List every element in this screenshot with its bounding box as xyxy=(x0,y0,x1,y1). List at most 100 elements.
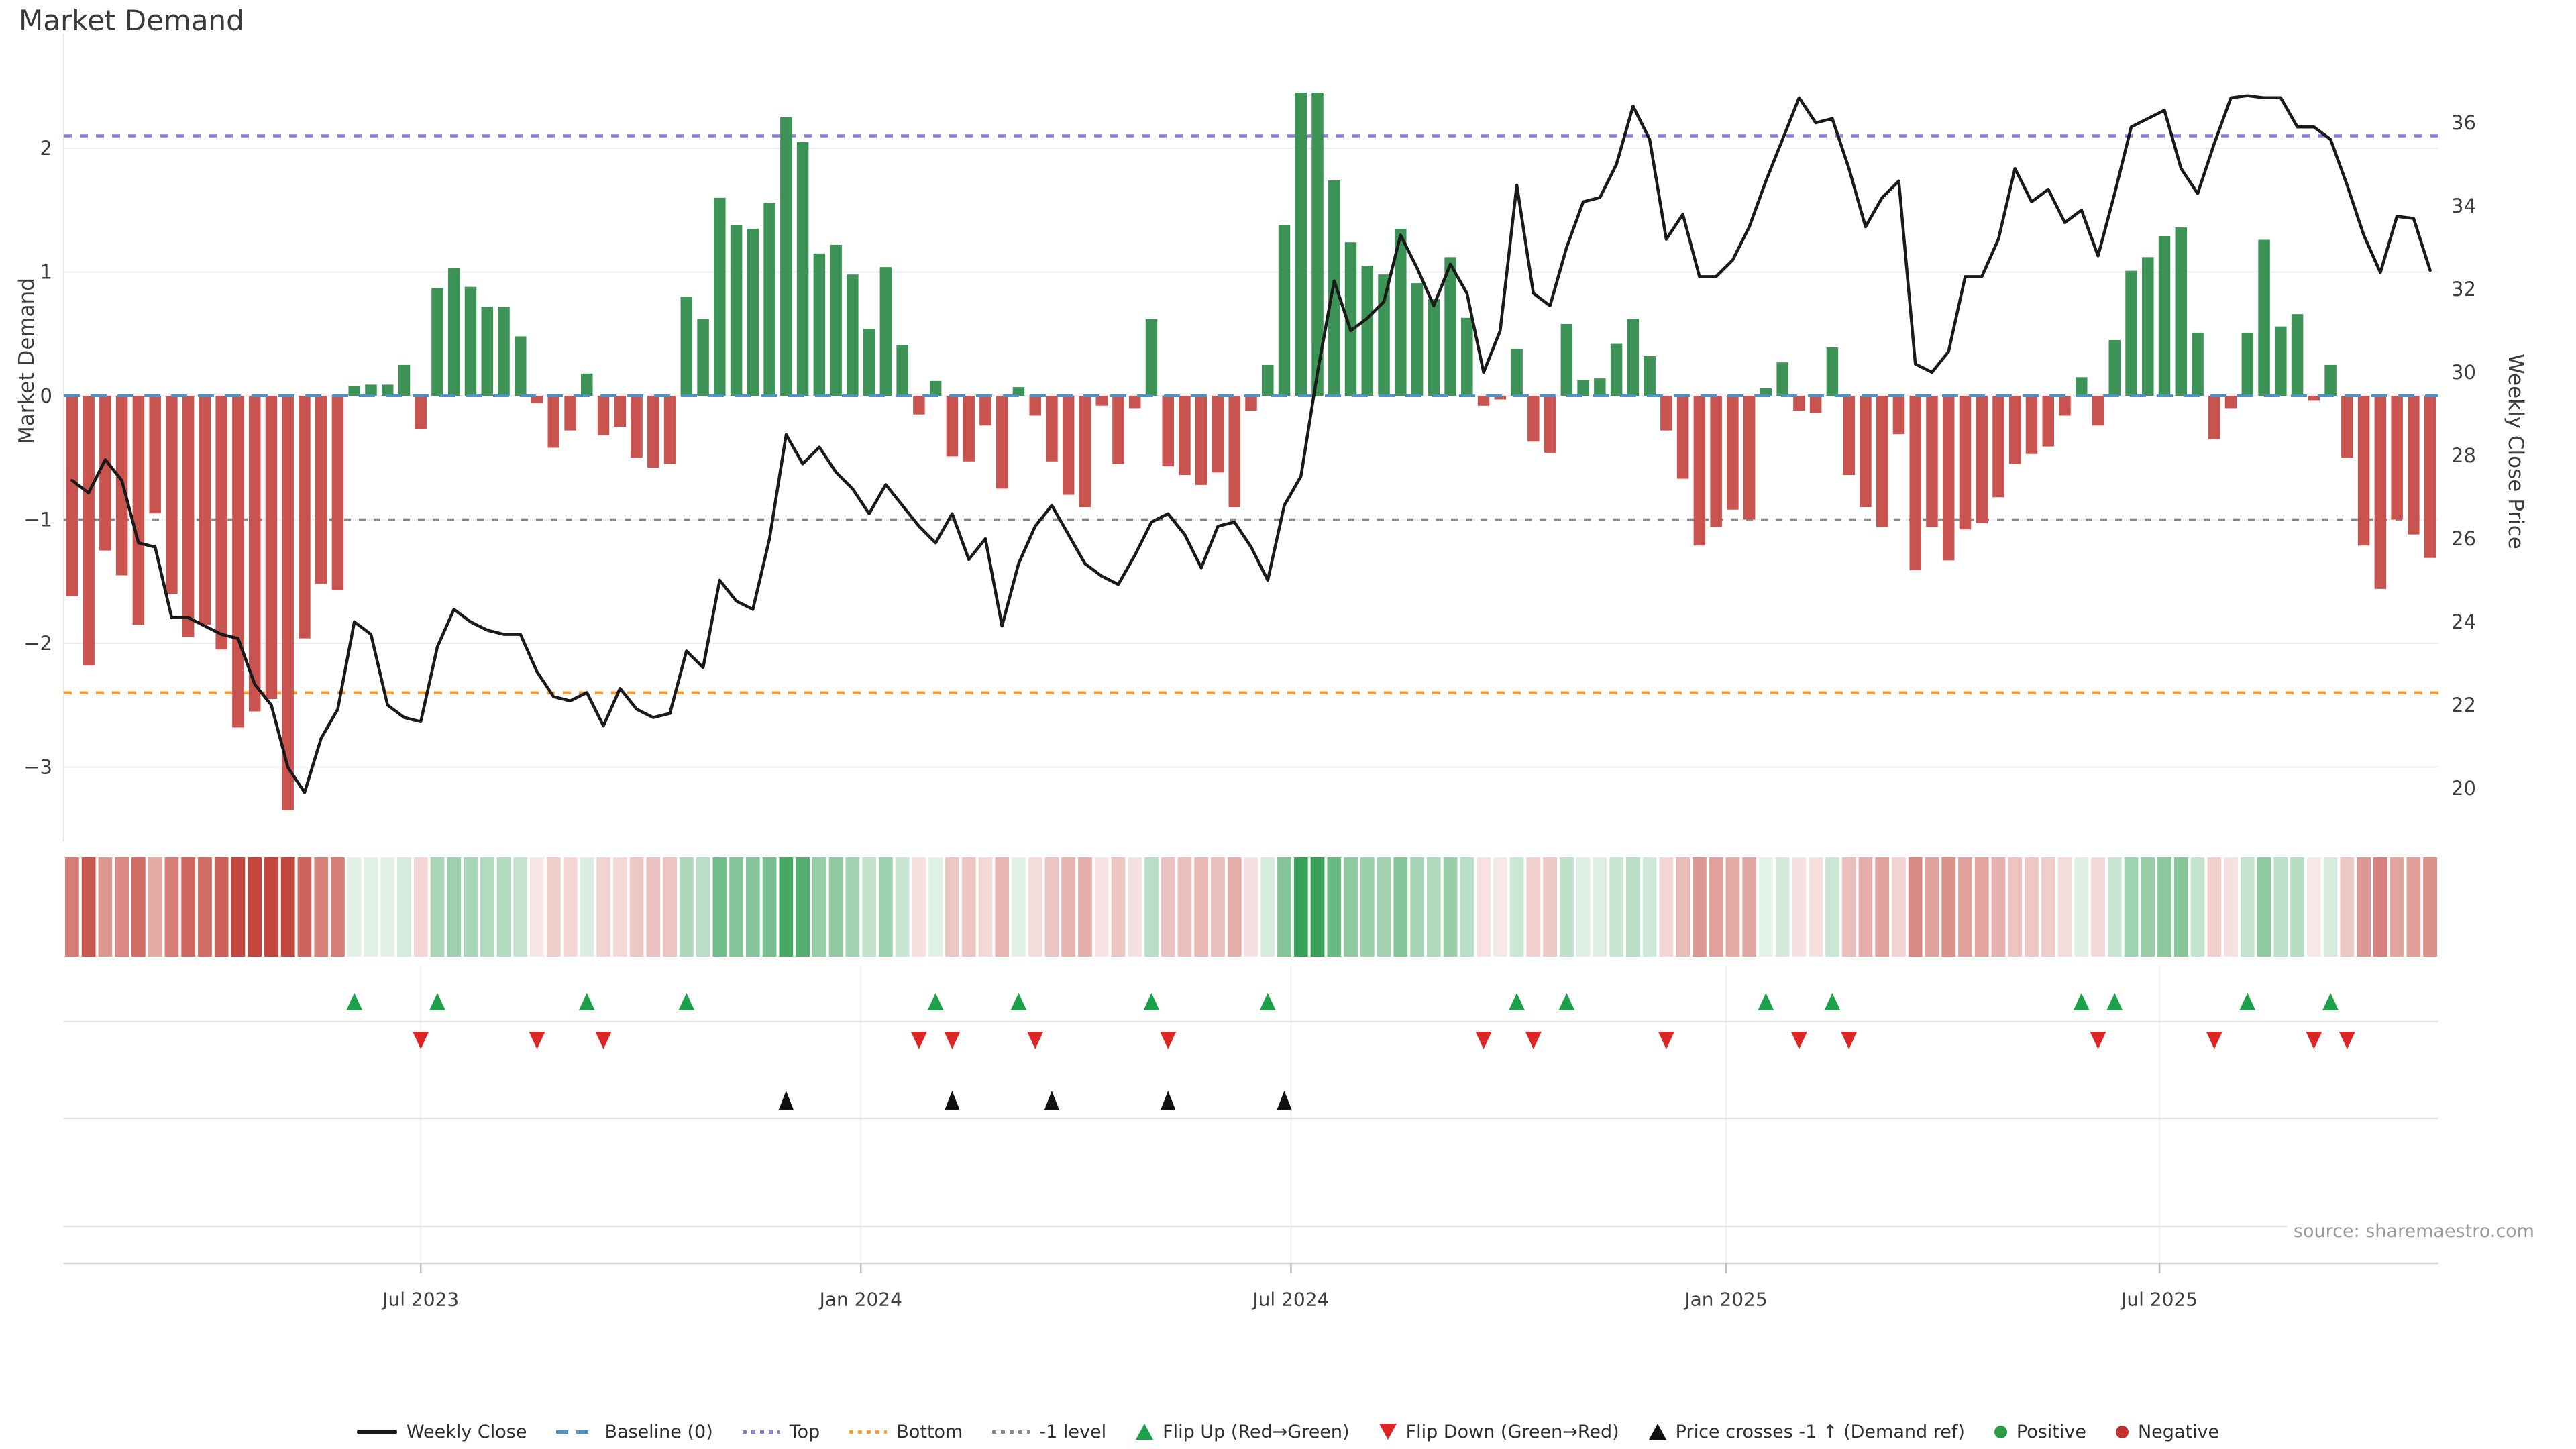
heatmap-cell xyxy=(2390,857,2404,957)
demand-bar-positive xyxy=(1577,380,1589,396)
heatmap-cell xyxy=(165,857,179,957)
heatmap-cell xyxy=(1277,857,1291,957)
heatmap-cell xyxy=(2041,857,2055,957)
demand-bar-negative xyxy=(564,396,576,431)
demand-bar-positive xyxy=(382,384,394,396)
demand-bar-positive xyxy=(747,229,759,396)
heatmap-cell xyxy=(2008,857,2022,957)
flip-up-marker xyxy=(2239,993,2255,1010)
heatmap-cell xyxy=(2241,857,2255,957)
heatmap-cell xyxy=(1825,857,1839,957)
heatmap-cell xyxy=(763,857,777,957)
heatmap-cell xyxy=(1975,857,1989,957)
demand-bar-positive xyxy=(714,198,726,396)
legend-item[interactable]: Top xyxy=(743,1421,820,1442)
legend-item[interactable]: Negative xyxy=(2116,1421,2219,1442)
right-axis-tick-label: 36 xyxy=(2451,111,2476,134)
heatmap-cell xyxy=(1444,857,1458,957)
demand-bar-positive xyxy=(1146,319,1158,396)
legend-item[interactable]: Price crosses -1 ↑ (Demand ref) xyxy=(1649,1421,1965,1442)
right-axis-tick-label: 22 xyxy=(2451,694,2476,716)
flip-down-marker xyxy=(2306,1032,2322,1049)
legend-item[interactable]: Positive xyxy=(1994,1421,2086,1442)
heatmap-cell xyxy=(696,857,710,957)
demand-bar-positive xyxy=(2258,240,2270,396)
heatmap-cell xyxy=(99,857,113,957)
flip-down-marker xyxy=(1791,1032,1807,1049)
heatmap-cell xyxy=(82,857,96,957)
heatmap-cell xyxy=(1726,857,1740,957)
demand-bar-positive xyxy=(1461,318,1473,396)
demand-bar-negative xyxy=(2208,396,2220,439)
legend-item[interactable]: Flip Up (Red→Green) xyxy=(1136,1421,1350,1442)
heatmap-cell xyxy=(1028,857,1042,957)
heatmap-cell xyxy=(464,857,478,957)
heatmap-cell xyxy=(414,857,428,957)
heatmap-cell xyxy=(2025,857,2039,957)
demand-bar-positive xyxy=(348,386,360,396)
x-axis-tick-label: Jul 2023 xyxy=(381,1289,459,1311)
heatmap-cell xyxy=(1377,857,1391,957)
heatmap-cell xyxy=(1626,857,1640,957)
demand-bar-positive xyxy=(2142,257,2154,396)
heatmap-cell xyxy=(115,857,129,957)
demand-bar-negative xyxy=(1228,396,1240,507)
heatmap-cell xyxy=(2224,857,2238,957)
legend-item[interactable]: Flip Down (Green→Red) xyxy=(1379,1421,1619,1442)
legend-item[interactable]: Bottom xyxy=(849,1421,963,1442)
legend-tri-up-icon xyxy=(1649,1424,1666,1440)
heatmap-cell xyxy=(2340,857,2354,957)
legend-item[interactable]: Baseline (0) xyxy=(556,1421,712,1442)
heatmap-cell xyxy=(663,857,677,957)
demand-bar-negative xyxy=(1694,396,1706,545)
market-demand-dashboard: Market Demand Market Demand Weekly Close… xyxy=(0,0,2576,1449)
flip-up-marker xyxy=(1558,993,1574,1010)
heatmap-cell xyxy=(1776,857,1790,957)
heatmap-cell xyxy=(2174,857,2188,957)
legend-tri-up-icon xyxy=(1136,1424,1153,1440)
demand-bar-negative xyxy=(1195,396,1208,485)
legend-item-label: Top xyxy=(790,1421,820,1442)
demand-bar-negative xyxy=(996,396,1008,488)
demand-bar-negative xyxy=(215,396,227,649)
heatmap-cell xyxy=(1427,857,1441,957)
demand-bar-negative xyxy=(1162,396,1174,466)
demand-bar-positive xyxy=(2109,340,2121,396)
flip-down-marker xyxy=(529,1032,545,1049)
demand-bar-positive xyxy=(398,365,411,396)
demand-bar-negative xyxy=(1212,396,1224,472)
legend-item[interactable]: -1 level xyxy=(992,1421,1106,1442)
heatmap-cell xyxy=(995,857,1009,957)
demand-bar-negative xyxy=(1843,396,1855,475)
heatmap-cell xyxy=(1609,857,1623,957)
demand-bar-positive xyxy=(2275,327,2287,396)
x-axis-tick-label: Jan 2024 xyxy=(818,1289,902,1311)
flip-down-marker xyxy=(2206,1032,2222,1049)
demand-bar-negative xyxy=(2009,396,2021,464)
left-axis-tick-label: −3 xyxy=(23,756,52,779)
price-cross-marker xyxy=(779,1091,794,1110)
legend-dot-line-icon xyxy=(992,1430,1030,1434)
demand-bar-negative xyxy=(266,396,278,699)
right-axis-tick-label: 20 xyxy=(2451,777,2476,800)
demand-bar-negative xyxy=(1112,396,1124,464)
flip-up-marker xyxy=(678,993,694,1010)
heatmap-cell xyxy=(1244,857,1258,957)
demand-bar-negative xyxy=(2341,396,2353,458)
heatmap-cell xyxy=(1792,857,1807,957)
heatmap-cell xyxy=(2108,857,2122,957)
legend-item[interactable]: Weekly Close xyxy=(357,1421,527,1442)
demand-bar-negative xyxy=(1876,396,1888,527)
demand-bar-negative xyxy=(2092,396,2104,425)
flip-up-marker xyxy=(346,993,362,1010)
heatmap-cell xyxy=(1460,857,1474,957)
demand-bar-positive xyxy=(1627,319,1640,396)
demand-bar-positive xyxy=(814,254,826,396)
demand-bar-positive xyxy=(1362,266,1374,396)
demand-bar-negative xyxy=(249,396,261,711)
heatmap-cell xyxy=(1593,857,1607,957)
heatmap-cell xyxy=(1543,857,1557,957)
demand-bar-negative xyxy=(1710,396,1722,527)
heatmap-cell xyxy=(630,857,644,957)
demand-bar-positive xyxy=(797,142,809,396)
